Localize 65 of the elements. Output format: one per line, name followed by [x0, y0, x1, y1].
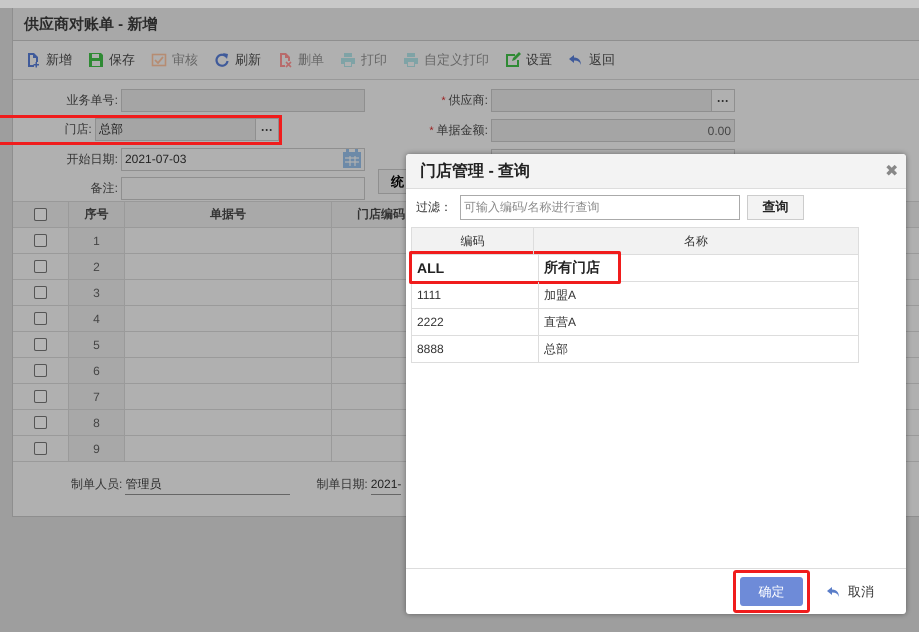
row-checkbox[interactable] — [34, 390, 47, 403]
row-checkbox[interactable] — [34, 312, 47, 325]
table-cell[interactable]: 直营A — [539, 309, 858, 335]
row-checkbox[interactable] — [34, 286, 47, 299]
dialog-title: 门店管理 - 查询 — [420, 161, 530, 182]
text-field[interactable] — [121, 177, 365, 200]
column-header: 编码 — [412, 228, 534, 254]
edit-icon — [505, 52, 521, 68]
toolbar-button[interactable]: 设置 — [503, 51, 554, 69]
row-number: 7 — [69, 384, 125, 409]
required-asterisk: * — [429, 124, 434, 136]
filter-field[interactable]: 可输入编码/名称进行查询 — [460, 194, 740, 220]
row-checkbox[interactable] — [34, 364, 47, 377]
query-button[interactable]: 查询 — [747, 194, 804, 220]
row-number: 2 — [69, 254, 125, 279]
table-cell[interactable]: 总部 — [539, 336, 858, 362]
toolbar-button[interactable]: 返回 — [566, 51, 617, 69]
column-header: 单据号 — [125, 202, 332, 227]
column-header: 名称 — [683, 232, 709, 250]
toolbar-button[interactable]: 新增 — [23, 51, 74, 69]
required-asterisk: * — [441, 94, 446, 106]
table-cell[interactable]: 1111 — [412, 282, 539, 308]
row-checkbox[interactable] — [34, 234, 47, 247]
table-cell[interactable]: 2222 — [412, 309, 539, 335]
file-plus-icon — [25, 52, 41, 68]
field-label: 开始日期: — [66, 150, 119, 168]
table-cell[interactable]: 加盟A — [539, 282, 858, 308]
table-cell[interactable]: 8888 — [412, 336, 539, 362]
printer-icon — [340, 52, 356, 68]
date-field[interactable]: 2021-07-03 — [121, 148, 365, 171]
checkbox-icon — [151, 52, 167, 68]
row-number: 6 — [69, 358, 125, 383]
row-number: 5 — [69, 332, 125, 357]
row-checkbox[interactable] — [34, 416, 47, 429]
row-checkbox[interactable] — [34, 442, 47, 455]
field-label: 门店: — [63, 121, 93, 138]
field-label: 业务单号: — [66, 92, 119, 109]
printer-icon — [403, 52, 419, 68]
row-number: 8 — [69, 410, 125, 435]
store-field[interactable]: 总部 ··· — [94, 118, 279, 142]
row-number: 1 — [69, 228, 125, 253]
row-number: 4 — [69, 306, 125, 331]
field-label: 单据金额: — [436, 122, 489, 139]
row-number: 3 — [69, 280, 125, 305]
field-label: 制单日期: — [316, 476, 369, 493]
row-checkbox[interactable] — [34, 338, 47, 351]
amount-field[interactable]: 0.00 — [491, 119, 735, 142]
field-label: 备注: — [90, 180, 119, 198]
field-label: 制单人员: — [71, 476, 124, 493]
window-title: 供应商对账单 - 新增 — [24, 14, 158, 34]
file-x-icon — [277, 52, 293, 68]
supplier-field[interactable]: ··· — [491, 89, 735, 112]
row-checkbox[interactable] — [34, 260, 47, 273]
field-label: 供应商: — [448, 92, 489, 109]
toolbar-button[interactable]: 刷新 — [212, 51, 263, 69]
ellipsis-button[interactable]: ··· — [255, 119, 278, 140]
text-field[interactable] — [121, 88, 365, 112]
refresh-icon — [214, 52, 230, 68]
cancel-button[interactable]: 取消 — [820, 582, 880, 602]
ellipsis-button[interactable]: ··· — [711, 90, 734, 111]
select-all-checkbox[interactable] — [34, 208, 47, 221]
table-cell[interactable]: ALL — [412, 255, 539, 281]
row-number: 9 — [69, 436, 125, 461]
table-cell[interactable]: 所有门店 — [539, 255, 858, 281]
toolbar-button[interactable]: 保存 — [86, 51, 137, 69]
